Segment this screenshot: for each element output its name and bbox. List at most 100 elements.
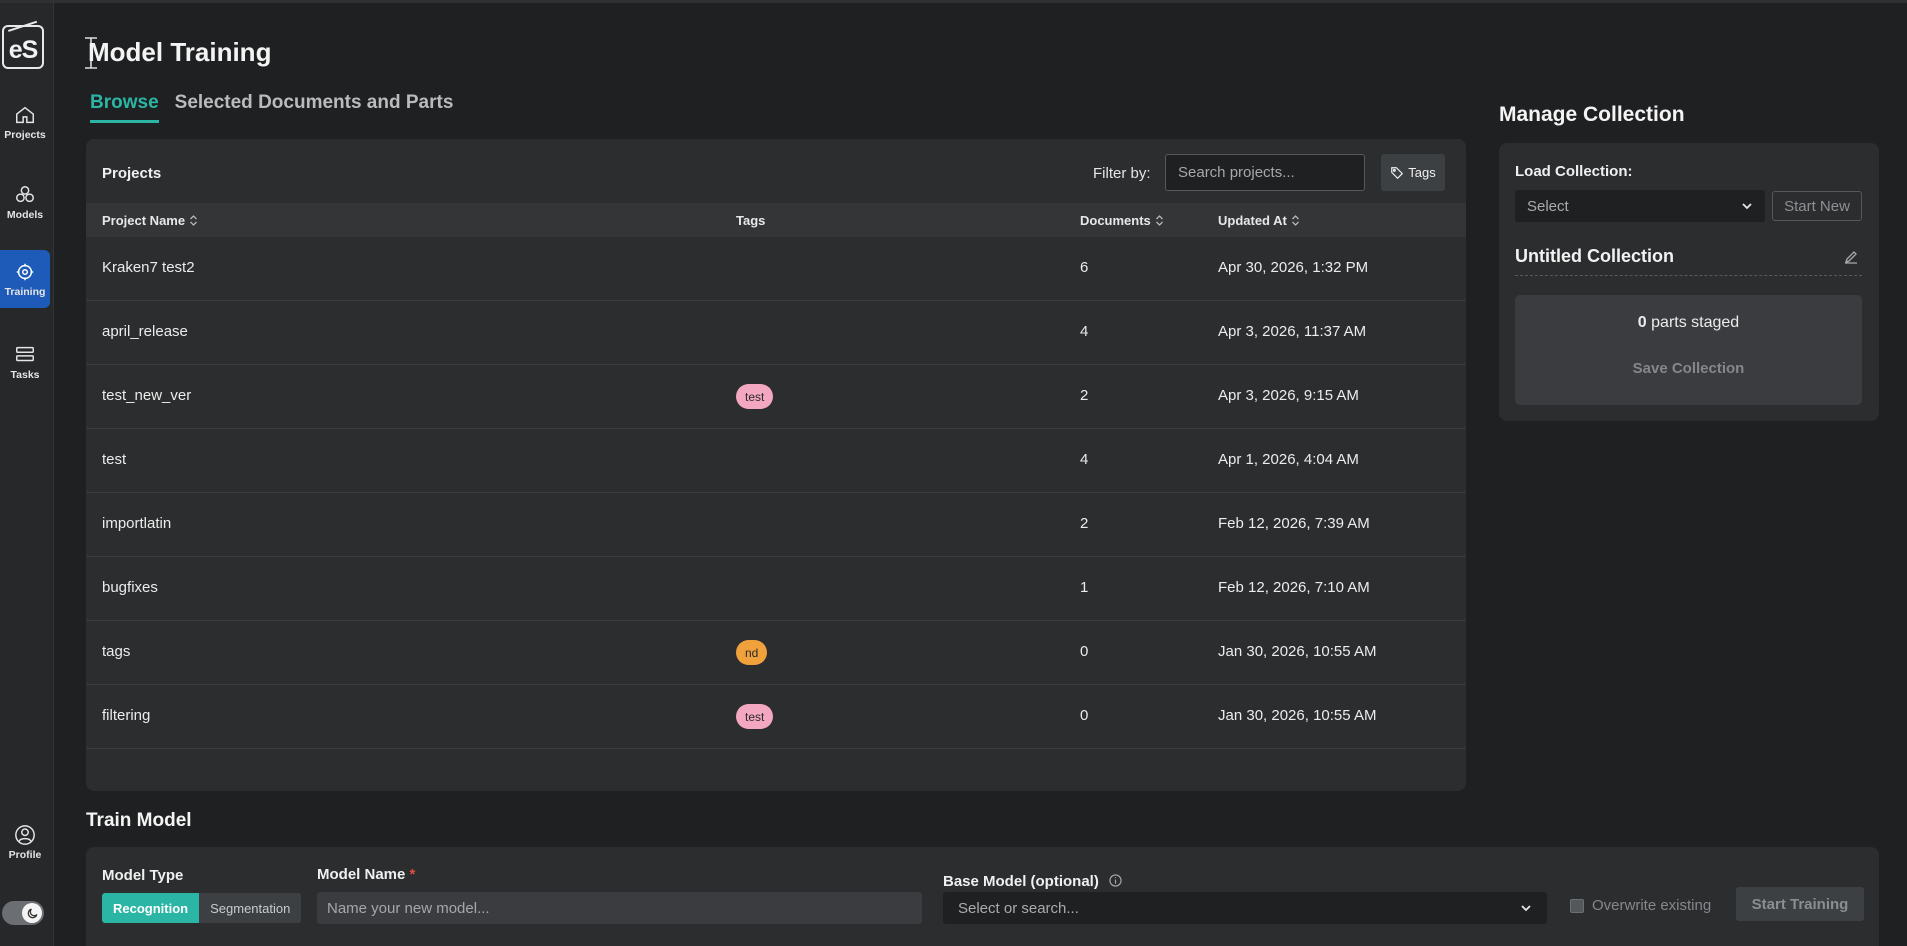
sidebar-item-projects[interactable]: Projects [0,93,50,151]
overwrite-label: Overwrite existing [1592,897,1712,914]
documents-cell: 1 [1080,579,1089,596]
updated-at-cell: Apr 3, 2026, 9:15 AM [1218,387,1359,404]
sort-icon [1155,215,1163,226]
sidebar-item-label: Projects [4,128,46,141]
home-icon [16,106,34,123]
project-name-cell: april_release [102,323,188,340]
updated-at-cell: Feb 12, 2026, 7:39 AM [1218,515,1370,532]
documents-cell: 2 [1080,387,1089,404]
table-row[interactable]: april_release 4 Apr 3, 2026, 11:37 AM [86,301,1466,365]
project-name-cell: test [102,451,127,468]
model-name-label: Model Name * [317,866,416,883]
recognition-option[interactable]: Recognition [102,893,200,923]
search-projects-input[interactable] [1165,154,1365,191]
required-mark: * [409,866,416,883]
projects-panel-header: Projects Filter by: Tags [86,139,1466,203]
load-collection-select[interactable]: Select [1515,190,1765,222]
tag-icon [1391,166,1404,179]
project-name-cell: bugfixes [102,579,158,596]
page-title: Model Training [88,37,272,67]
train-model-title: Train Model [86,810,192,831]
tag-pill: test [736,704,774,729]
segmentation-option[interactable]: Segmentation [199,893,302,923]
select-value: Select [1527,197,1569,215]
models-icon [16,185,34,202]
table-row[interactable]: test 4 Apr 1, 2026, 4:04 AM [86,429,1466,493]
sort-icon [1291,215,1299,226]
table-row[interactable]: Kraken7 test2 6 Apr 30, 2026, 1:32 PM [86,237,1466,301]
model-type-toggle: Recognition Segmentation [102,893,302,923]
sort-icon [190,215,198,226]
sidebar-item-models[interactable]: Models [0,173,50,231]
tab-selected-documents[interactable]: Selected Documents and Parts [175,92,454,123]
documents-cell: 4 [1080,323,1089,340]
sidebar-item-profile[interactable]: Profile [0,813,50,871]
training-icon [16,263,34,280]
sidebar-item-label: Models [6,208,44,221]
sidebar-item-label: Training [4,285,46,298]
project-name-cell: Kraken7 test2 [102,259,195,276]
column-tags: Tags [736,213,766,228]
sidebar: eS Projects Models Training Tasks Profil… [0,3,54,946]
table-row[interactable]: filtering test 0 Jan 30, 2026, 10:55 AM [86,685,1466,749]
updated-at-cell: Apr 1, 2026, 4:04 AM [1218,451,1359,468]
project-name-cell: test_new_ver [102,387,192,404]
table-row[interactable]: bugfixes 1 Feb 12, 2026, 7:10 AM [86,557,1466,621]
collection-name[interactable]: Untitled Collection [1515,246,1862,276]
tags-filter-button[interactable]: Tags [1381,154,1445,191]
train-model-panel: Model Type Recognition Segmentation Mode… [86,847,1879,946]
project-name-cell: tags [102,643,131,660]
base-model-placeholder: Select or search... [958,899,1079,917]
project-name-cell: importlatin [102,515,172,532]
sidebar-item-training[interactable]: Training [0,250,50,308]
save-collection-button[interactable]: Save Collection [1515,360,1862,377]
documents-cell: 0 [1080,707,1089,724]
projects-panel: Projects Filter by: Tags Project Name Ta… [86,139,1466,791]
staged-parts-count: 0 parts staged [1637,314,1740,331]
table-row[interactable]: tags nd 0 Jan 30, 2026, 10:55 AM [86,621,1466,685]
updated-at-cell: Jan 30, 2026, 10:55 AM [1218,707,1377,724]
app-logo[interactable]: eS [2,20,44,69]
model-type-label: Model Type [102,867,184,884]
top-border [0,0,1907,3]
profile-icon [15,824,35,845]
sidebar-item-label: Profile [8,848,42,861]
tab-bar: Browse Selected Documents and Parts [90,92,453,123]
manage-collection-panel: Load Collection: Select Start New Untitl… [1499,143,1879,421]
base-model-label: Base Model (optional) [943,873,1122,890]
updated-at-cell: Feb 12, 2026, 7:10 AM [1218,579,1370,596]
start-new-button[interactable]: Start New [1772,191,1862,221]
column-updated-at[interactable]: Updated At [1218,213,1300,228]
table-header: Project Name Tags Documents Updated At [86,203,1466,237]
documents-cell: 0 [1080,643,1089,660]
theme-toggle[interactable] [2,901,44,925]
checkbox-box[interactable] [1570,898,1584,913]
documents-cell: 6 [1080,259,1089,276]
tab-browse[interactable]: Browse [90,92,159,123]
info-icon[interactable] [1109,874,1122,887]
load-collection-label: Load Collection: [1515,163,1633,180]
documents-cell: 2 [1080,515,1089,532]
model-name-input[interactable] [317,892,922,924]
column-documents[interactable]: Documents [1080,213,1164,228]
manage-collection-title: Manage Collection [1499,103,1685,126]
base-model-select[interactable]: Select or search... [943,892,1547,924]
moon-icon [22,903,42,923]
chevron-down-icon [1521,905,1531,912]
tag-pill: nd [736,640,768,665]
updated-at-cell: Jan 30, 2026, 10:55 AM [1218,643,1377,660]
project-name-cell: filtering [102,707,151,724]
table-row[interactable]: importlatin 2 Feb 12, 2026, 7:39 AM [86,493,1466,557]
overwrite-existing-checkbox[interactable]: Overwrite existing [1570,897,1711,914]
filter-label: Filter by: [1093,165,1151,182]
staged-parts-box: 0 parts staged Save Collection [1515,295,1862,405]
start-training-button[interactable]: Start Training [1736,887,1864,921]
edit-icon[interactable] [1844,250,1858,264]
sidebar-item-tasks[interactable]: Tasks [0,333,50,391]
tags-button-label: Tags [1408,165,1436,180]
column-project-name[interactable]: Project Name [102,213,198,228]
table-row[interactable]: test_new_ver test 2 Apr 3, 2026, 9:15 AM [86,365,1466,429]
tasks-icon [16,346,34,361]
collection-name-text: Untitled Collection [1515,246,1674,266]
updated-at-cell: Apr 30, 2026, 1:32 PM [1218,259,1369,276]
